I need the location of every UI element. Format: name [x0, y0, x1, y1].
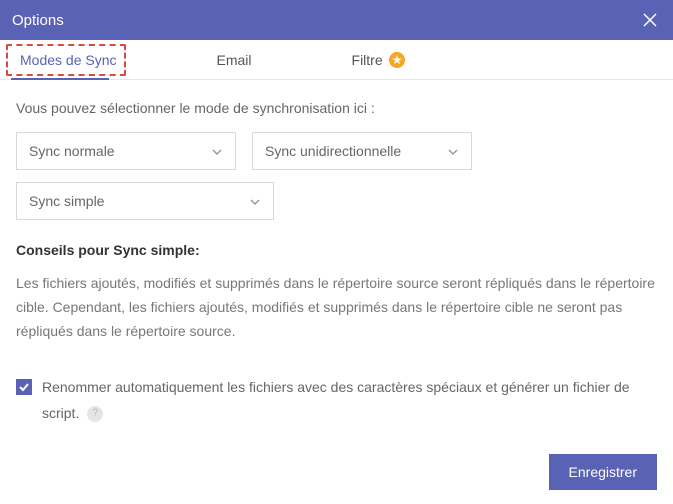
select-sync-mode-1[interactable]: Sync normale [16, 132, 236, 170]
content-area: Vous pouvez sélectionner le mode de sync… [0, 80, 673, 426]
tab-label: Email [217, 52, 252, 68]
select-value: Sync simple [29, 193, 104, 209]
select-value: Sync normale [29, 143, 115, 159]
select-row-1: Sync normale Sync unidirectionnelle [16, 132, 657, 170]
save-button[interactable]: Enregistrer [549, 454, 657, 490]
tab-filter[interactable]: Filtre [332, 40, 425, 79]
checkbox-label: Renommer automatiquement les fichiers av… [42, 379, 630, 420]
tips-body: Les fichiers ajoutés, modifiés et suppri… [16, 272, 657, 343]
tips-title: Conseils pour Sync simple: [16, 242, 657, 258]
close-icon[interactable] [641, 11, 659, 29]
chevron-down-icon [211, 145, 223, 157]
select-sync-mode-2[interactable]: Sync unidirectionnelle [252, 132, 472, 170]
select-row-2: Sync simple [16, 182, 657, 220]
select-value: Sync unidirectionnelle [265, 143, 401, 159]
rename-checkbox[interactable] [16, 379, 32, 395]
chevron-down-icon [249, 195, 261, 207]
tab-label: Modes de Sync [20, 52, 117, 68]
footer: Enregistrer [549, 454, 657, 490]
select-sync-mode-3[interactable]: Sync simple [16, 182, 274, 220]
tab-sync-modes[interactable]: Modes de Sync [0, 40, 137, 79]
intro-text: Vous pouvez sélectionner le mode de sync… [16, 100, 657, 116]
rename-checkbox-row: Renommer automatiquement les fichiers av… [16, 375, 657, 425]
checkbox-label-wrapper: Renommer automatiquement les fichiers av… [42, 375, 657, 425]
help-icon[interactable]: ? [87, 406, 103, 422]
tabs-bar: Modes de Sync Email Filtre [0, 40, 673, 80]
star-icon [389, 52, 405, 68]
tab-email[interactable]: Email [197, 40, 272, 79]
dialog-header: Options [0, 0, 673, 40]
chevron-down-icon [447, 145, 459, 157]
tab-label: Filtre [352, 52, 383, 68]
dialog-title: Options [12, 12, 64, 29]
